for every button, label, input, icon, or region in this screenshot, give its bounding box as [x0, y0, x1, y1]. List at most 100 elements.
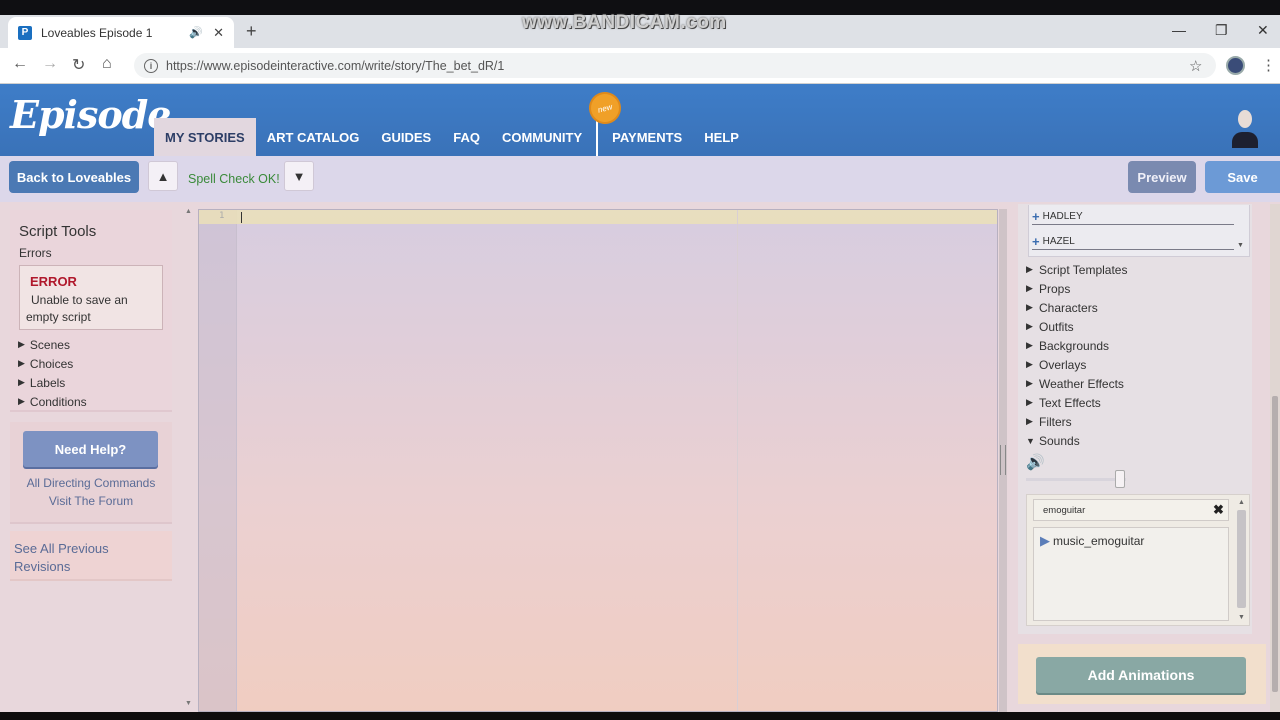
script-tools-title: Script Tools: [19, 223, 97, 240]
expand-triangle-icon: ▶: [1026, 359, 1033, 369]
section-weather-effects[interactable]: ▶ Weather Effects: [1026, 374, 1127, 393]
tab-close-icon[interactable]: ✕: [213, 25, 224, 41]
add-animations-button[interactable]: Add Animations: [1036, 657, 1246, 693]
character-item-hadley[interactable]: + HADLEY: [1032, 209, 1234, 225]
restore-icon[interactable]: ❐: [1215, 22, 1228, 39]
address-field[interactable]: i https://www.episodeinteractive.com/wri…: [134, 53, 1216, 78]
section-overlays[interactable]: ▶ Overlays: [1026, 355, 1127, 374]
nav-help[interactable]: HELP: [693, 118, 750, 156]
chevron-up-icon[interactable]: ▲: [148, 161, 178, 191]
back-arrow-icon[interactable]: ←: [12, 55, 28, 73]
expand-triangle-icon: ▶: [1026, 321, 1033, 331]
bookmark-star-icon[interactable]: ☆: [1189, 57, 1202, 75]
plus-icon: +: [1032, 209, 1040, 224]
expand-triangle-icon: ▶: [18, 396, 25, 406]
script-editor[interactable]: 1: [198, 209, 998, 712]
left-panel-scrollbar[interactable]: ▲ ▼: [184, 208, 194, 710]
directing-commands-link[interactable]: All Directing Commands: [10, 476, 172, 490]
section-outfits[interactable]: ▶ Outfits: [1026, 317, 1127, 336]
need-help-button[interactable]: Need Help?: [23, 431, 158, 467]
plus-icon: +: [1032, 234, 1040, 249]
print-margin: [737, 210, 738, 711]
active-line-highlight: [199, 210, 997, 224]
section-filters[interactable]: ▶ Filters: [1026, 412, 1127, 431]
page-scrollbar[interactable]: [1270, 204, 1280, 712]
section-props[interactable]: ▶ Props: [1026, 279, 1127, 298]
expand-triangle-icon: ▶: [1026, 264, 1033, 274]
site-favicon-icon: P: [18, 25, 32, 40]
profile-avatar-icon[interactable]: [1226, 56, 1245, 75]
section-backgrounds[interactable]: ▶ Backgrounds: [1026, 336, 1127, 355]
expand-triangle-icon: ▶: [1026, 397, 1033, 407]
sound-result-item[interactable]: ▶ music_emoguitar: [1040, 533, 1144, 549]
line-number: 1: [219, 211, 225, 221]
text-cursor: [241, 212, 242, 223]
results-scroll-down-icon[interactable]: ▼: [1238, 614, 1245, 621]
page-scrollbar-thumb[interactable]: [1272, 396, 1278, 692]
minimize-icon[interactable]: —: [1172, 22, 1186, 38]
site-info-icon[interactable]: i: [144, 58, 158, 73]
nav-my-stories[interactable]: MY STORIES: [154, 118, 256, 156]
tree-item-conditions[interactable]: ▶ Conditions: [18, 392, 87, 411]
nav-art-catalog[interactable]: ART CATALOG: [256, 118, 371, 156]
character-item-hazel[interactable]: + HAZEL: [1032, 234, 1234, 250]
speaker-icon[interactable]: 🔊: [1026, 453, 1045, 471]
window-close-icon[interactable]: ✕: [1257, 22, 1269, 39]
nav-community[interactable]: COMMUNITY: [491, 118, 593, 156]
line-gutter: [199, 210, 237, 711]
user-avatar[interactable]: [1232, 110, 1258, 148]
main-nav: MY STORIES ART CATALOG GUIDES FAQ COMMUN…: [154, 118, 750, 156]
expand-triangle-icon: ▶: [18, 358, 25, 368]
url-text: https://www.episodeinteractive.com/write…: [166, 58, 505, 73]
browser-menu-icon[interactable]: ⋮: [1261, 56, 1276, 74]
section-sounds[interactable]: ▼ Sounds: [1026, 431, 1127, 450]
list-scroll-down-icon[interactable]: ▼: [1237, 242, 1244, 249]
tab-audio-icon[interactable]: 🔊: [189, 26, 203, 39]
results-scroll-up-icon[interactable]: ▲: [1238, 499, 1245, 506]
new-tab-icon[interactable]: +: [246, 21, 257, 42]
save-button[interactable]: Save: [1205, 161, 1280, 193]
volume-slider-handle[interactable]: [1115, 470, 1125, 488]
chevron-down-icon[interactable]: ▼: [284, 161, 314, 191]
home-icon[interactable]: ⌂: [102, 55, 112, 73]
volume-slider-track[interactable]: [1026, 478, 1126, 481]
results-scrollbar[interactable]: [1237, 510, 1246, 608]
sound-search-input[interactable]: emoguitar: [1033, 499, 1229, 521]
spellcheck-status: Spell Check OK!: [188, 172, 280, 186]
error-message: Unable to save an empty script: [26, 293, 128, 324]
tab-title: Loveables Episode 1: [41, 25, 153, 40]
nav-guides[interactable]: GUIDES: [370, 118, 442, 156]
nav-payments[interactable]: PAYMENTS: [601, 118, 693, 156]
browser-tab[interactable]: P Loveables Episode 1 🔊 ✕: [8, 17, 234, 48]
forum-link[interactable]: Visit The Forum: [10, 494, 172, 508]
episode-logo[interactable]: Episode: [10, 92, 171, 137]
section-text-effects[interactable]: ▶ Text Effects: [1026, 393, 1127, 412]
tree-item-labels[interactable]: ▶ Labels: [18, 373, 87, 392]
expand-triangle-icon: ▶: [18, 339, 25, 349]
tree-item-scenes[interactable]: ▶ Scenes: [18, 335, 87, 354]
preview-button[interactable]: Preview: [1128, 161, 1196, 193]
errors-label: Errors: [19, 246, 52, 260]
error-box: ERROR Unable to save an empty script: [19, 265, 163, 330]
forward-arrow-icon[interactable]: →: [42, 55, 58, 73]
splitter-grip[interactable]: [1000, 445, 1006, 475]
expand-triangle-icon: ▶: [1026, 283, 1033, 293]
expand-triangle-icon: ▶: [18, 377, 25, 387]
nav-faq[interactable]: FAQ: [442, 118, 491, 156]
editor-splitter[interactable]: [999, 209, 1007, 712]
assets-tree: ▶ Script Templates ▶ Props ▶ Characters ▶ Ou…: [1026, 260, 1127, 450]
expand-triangle-icon: ▶: [1026, 340, 1033, 350]
nav-divider: [596, 118, 599, 156]
expand-triangle-icon: ▶: [1026, 302, 1033, 312]
screen-bottom-strip: [0, 712, 1280, 720]
section-characters[interactable]: ▶ Characters: [1026, 298, 1127, 317]
tree-item-choices[interactable]: ▶ Choices: [18, 354, 87, 373]
back-to-story-button[interactable]: Back to Loveables: [9, 161, 139, 193]
section-script-templates[interactable]: ▶ Script Templates: [1026, 260, 1127, 279]
play-icon[interactable]: ▶: [1040, 533, 1050, 549]
reload-icon[interactable]: ↻: [72, 55, 85, 75]
collapse-triangle-icon: ▼: [1026, 435, 1035, 446]
previous-revisions-link[interactable]: See All Previous Revisions: [14, 540, 134, 576]
script-tools-tree: ▶ Scenes ▶ Choices ▶ Labels ▶ Conditions: [18, 335, 87, 411]
clear-search-icon[interactable]: ✖: [1213, 502, 1224, 518]
